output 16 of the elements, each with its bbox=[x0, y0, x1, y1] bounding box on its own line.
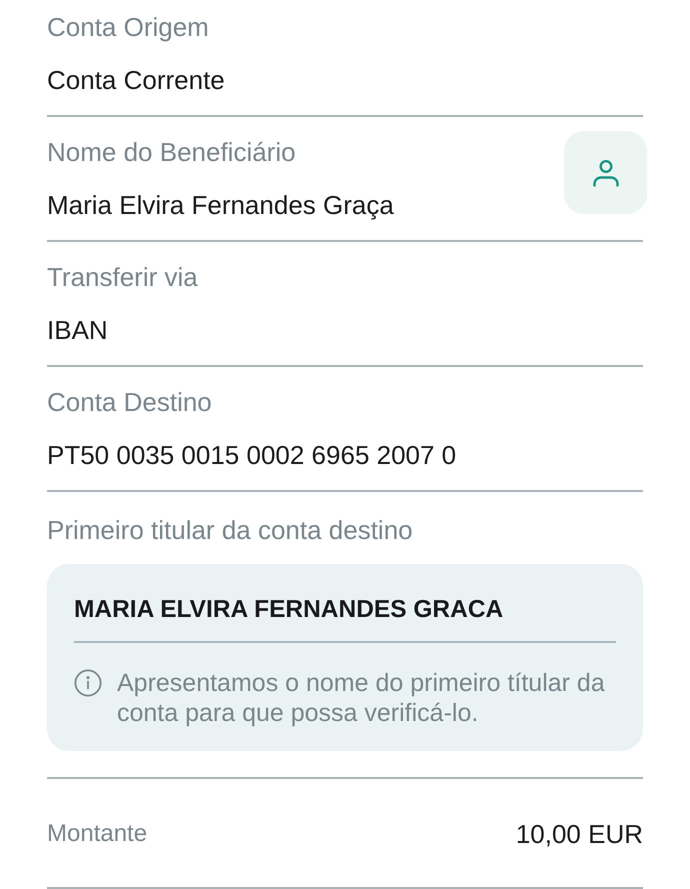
field-label: Nome do Beneficiário bbox=[47, 137, 296, 167]
amount-label: Montante bbox=[47, 819, 148, 849]
field-label: Conta Destino bbox=[47, 387, 212, 417]
field-value: Maria Elvira Fernandes Graça bbox=[47, 189, 394, 222]
account-holder-name: MARIA ELVIRA FERNANDES GRACA bbox=[74, 595, 504, 625]
contact-button[interactable] bbox=[564, 131, 647, 214]
info-note: Apresentamos o nome do primeiro títular da conta para que possa verificá-lo. bbox=[117, 668, 606, 728]
person-icon bbox=[592, 158, 620, 186]
info-icon bbox=[74, 669, 102, 697]
field-label: Conta Origem bbox=[47, 12, 209, 42]
field-value: IBAN bbox=[47, 314, 108, 347]
section-label: Primeiro titular da conta destino bbox=[47, 515, 413, 545]
amount-value: 10,00 EUR bbox=[516, 818, 643, 851]
field-label: Transferir via bbox=[47, 262, 198, 292]
field-value: PT50 0035 0015 0002 6965 2007 0 bbox=[47, 439, 456, 472]
field-value: Conta Corrente bbox=[47, 64, 225, 97]
